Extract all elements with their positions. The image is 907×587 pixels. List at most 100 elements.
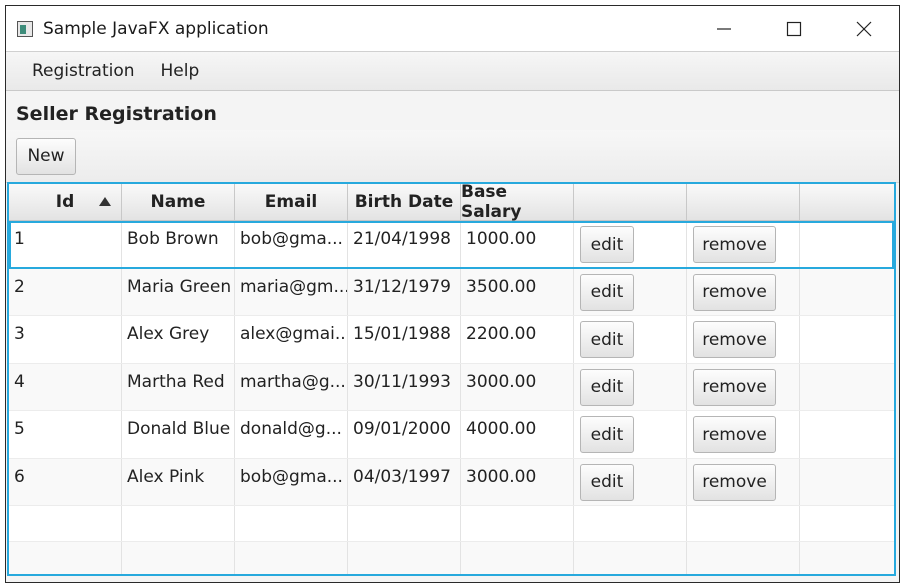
cell-email: maria@gm... xyxy=(235,268,348,315)
cell-name: Alex Grey xyxy=(122,316,235,363)
maximize-button[interactable] xyxy=(759,6,829,51)
remove-button[interactable]: remove xyxy=(693,321,776,358)
table-row[interactable]: 5 Donald Blue donald@g... 09/01/2000 4000.00… xyxy=(9,411,894,459)
cell-name: Donald Blue xyxy=(122,411,235,458)
app-window: Sample JavaFX application Registration H… xyxy=(5,5,900,583)
cell-id: 5 xyxy=(9,411,122,458)
empty-cell xyxy=(461,506,574,541)
cell-email: donald@g... xyxy=(235,411,348,458)
edit-button[interactable]: edit xyxy=(580,368,634,406)
edit-button[interactable]: edit xyxy=(580,226,634,263)
cell-birth-date: 31/12/1979 xyxy=(348,268,461,315)
cell-edit: edit xyxy=(574,458,687,505)
empty-cell xyxy=(687,506,800,541)
empty-cell xyxy=(800,542,894,574)
edit-button[interactable]: edit xyxy=(580,273,634,311)
table-header: Id Name Email Birth Date Base Salary xyxy=(9,182,894,222)
column-header-label: Birth Date xyxy=(354,192,454,212)
minimize-button[interactable] xyxy=(689,6,759,51)
toolbar: New xyxy=(6,130,899,183)
column-header-label: Base Salary xyxy=(461,182,522,222)
table-row[interactable]: 6 Alex Pink bob@gma... 04/03/1997 3000.00 edi… xyxy=(9,458,894,506)
column-header-email[interactable]: Email xyxy=(235,184,348,220)
empty-cell xyxy=(574,506,687,541)
window-controls xyxy=(689,6,899,51)
column-header-remove[interactable] xyxy=(687,184,800,220)
cell-base-salary: 3000.00 xyxy=(461,458,574,505)
edit-button[interactable]: edit xyxy=(580,463,634,501)
column-header-base-salary[interactable]: Base Salary xyxy=(461,182,574,222)
page-title: Seller Registration xyxy=(16,103,217,125)
empty-table-row xyxy=(9,542,894,574)
empty-table-row xyxy=(9,506,894,542)
menu-bar: Registration Help xyxy=(6,51,899,91)
cell-filler xyxy=(800,316,894,363)
cell-birth-date: 04/03/1997 xyxy=(348,458,461,505)
menu-help[interactable]: Help xyxy=(148,61,213,81)
title-bar[interactable]: Sample JavaFX application xyxy=(6,6,899,51)
cell-birth-date: 30/11/1993 xyxy=(348,363,461,410)
cell-birth-date: 09/01/2000 xyxy=(348,411,461,458)
remove-button[interactable]: remove xyxy=(693,273,776,311)
remove-button[interactable]: remove xyxy=(693,226,776,263)
empty-cell xyxy=(235,506,348,541)
remove-button[interactable]: remove xyxy=(693,416,776,453)
new-button[interactable]: New xyxy=(16,137,76,175)
cell-email: martha@g... xyxy=(235,363,348,410)
cell-edit: edit xyxy=(574,411,687,458)
edit-button[interactable]: edit xyxy=(580,416,634,453)
cell-name: Alex Pink xyxy=(122,458,235,505)
minimize-icon xyxy=(717,27,731,30)
cell-email: alex@gmai... xyxy=(235,316,348,363)
cell-base-salary: 4000.00 xyxy=(461,411,574,458)
table-body: 1 Bob Brown bob@gma... 21/04/1998 1000.00 edi… xyxy=(9,221,894,574)
table-row[interactable]: 1 Bob Brown bob@gma... 21/04/1998 1000.00 edi… xyxy=(9,221,894,269)
column-header-name[interactable]: Name xyxy=(122,184,235,220)
cell-filler xyxy=(800,411,894,458)
table-row[interactable]: 2 Maria Green maria@gm... 31/12/1979 3500.00… xyxy=(9,268,894,316)
table-row[interactable]: 4 Martha Red martha@g... 30/11/1993 3000.00 e… xyxy=(9,363,894,411)
table-row[interactable]: 3 Alex Grey alex@gmai... 15/01/1988 2200.00 e… xyxy=(9,316,894,364)
empty-cell xyxy=(9,542,122,574)
cell-remove: remove xyxy=(687,221,800,268)
cell-email: bob@gma... xyxy=(235,458,348,505)
cell-filler xyxy=(800,269,894,316)
maximize-icon xyxy=(786,21,802,36)
java-app-icon xyxy=(17,20,33,37)
window-title: Sample JavaFX application xyxy=(43,18,269,39)
column-header-birth-date[interactable]: Birth Date xyxy=(348,184,461,220)
cell-remove: remove xyxy=(687,411,800,458)
cell-id: 4 xyxy=(9,363,122,410)
cell-birth-date: 21/04/1998 xyxy=(348,221,461,268)
cell-name: Maria Green xyxy=(122,268,235,315)
cell-id: 6 xyxy=(9,458,122,505)
cell-birth-date: 15/01/1988 xyxy=(348,316,461,363)
empty-cell xyxy=(687,542,800,574)
sort-ascending-icon xyxy=(99,197,111,206)
close-icon xyxy=(856,21,872,36)
empty-cell xyxy=(9,506,122,541)
remove-button[interactable]: remove xyxy=(693,463,776,501)
cell-email: bob@gma... xyxy=(235,221,348,268)
empty-cell xyxy=(574,542,687,574)
sellers-table[interactable]: Id Name Email Birth Date Base Salary 1 Bo… xyxy=(7,182,896,576)
column-header-id[interactable]: Id xyxy=(9,184,122,220)
cell-edit: edit xyxy=(574,221,687,268)
empty-cell xyxy=(348,506,461,541)
menu-registration[interactable]: Registration xyxy=(19,61,148,81)
cell-remove: remove xyxy=(687,458,800,505)
cell-edit: edit xyxy=(574,316,687,363)
empty-cell xyxy=(348,542,461,574)
close-button[interactable] xyxy=(829,6,899,51)
cell-id: 2 xyxy=(9,268,122,315)
column-header-edit[interactable] xyxy=(574,184,687,220)
column-header-filler xyxy=(800,184,894,220)
empty-cell xyxy=(235,542,348,574)
edit-button[interactable]: edit xyxy=(580,321,634,358)
cell-base-salary: 3500.00 xyxy=(461,268,574,315)
cell-id: 3 xyxy=(9,316,122,363)
remove-button[interactable]: remove xyxy=(693,368,776,406)
cell-name: Bob Brown xyxy=(122,221,235,268)
cell-base-salary: 1000.00 xyxy=(461,221,574,268)
empty-cell xyxy=(461,542,574,574)
